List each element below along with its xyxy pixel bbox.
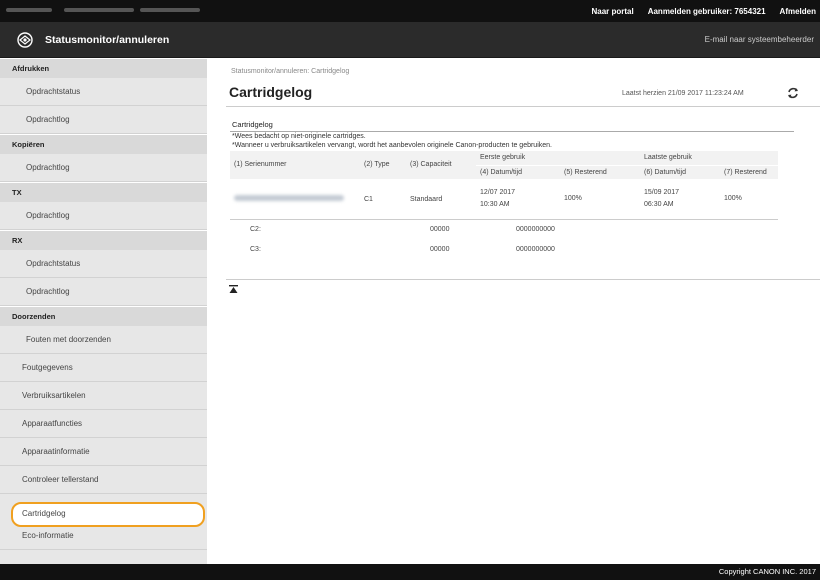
- first-remaining-cell: 100%: [560, 179, 640, 220]
- top-bar: Naar portal Aanmelden gebruiker: 7654321…: [0, 0, 820, 22]
- to-top-icon[interactable]: [229, 285, 238, 294]
- blurred-serial-number: [234, 195, 344, 201]
- copyright-text: Copyright CANON INC. 2017: [718, 567, 816, 576]
- header-last-use: Laatste gebruik: [640, 151, 778, 166]
- header-last-remaining: (7) Resterend: [720, 165, 778, 179]
- type-cell: C1: [360, 179, 406, 220]
- sidebar-item-eco-info[interactable]: Eco-informatie: [0, 522, 207, 550]
- summary-label: C2:: [250, 225, 261, 233]
- sidebar-item-tx-job-log[interactable]: Opdrachtlog: [0, 202, 207, 230]
- mail-admin-link[interactable]: E-mail naar systeembeheerder: [705, 35, 814, 44]
- header-first-remaining: (5) Resterend: [560, 165, 640, 179]
- sidebar-item-cartridge-log-slot: [0, 494, 207, 522]
- section-title: Cartridgelog: [232, 120, 273, 129]
- first-date: 12/07 2017: [480, 189, 516, 197]
- sidebar-section-copy: Kopiëren: [0, 134, 207, 154]
- header-divider: [226, 106, 820, 107]
- summary-value: 0000000000: [516, 225, 555, 233]
- page-title: Cartridgelog: [229, 84, 313, 100]
- sidebar-item-copy-job-log[interactable]: Opdrachtlog: [0, 154, 207, 182]
- section-divider: [230, 131, 794, 132]
- summary-value: 0000000000: [516, 245, 555, 253]
- footer: Copyright CANON INC. 2017: [0, 564, 820, 580]
- header-last-datetime: (6) Datum/tijd: [640, 165, 720, 179]
- header-serial: (1) Serienummer: [230, 151, 360, 180]
- summary-count: 00000: [430, 245, 450, 253]
- sidebar-item-print-job-log[interactable]: Opdrachtlog: [0, 106, 207, 134]
- login-user-label: Aanmelden gebruiker: 7654321: [647, 6, 766, 16]
- last-date: 15/09 2017: [644, 189, 680, 197]
- logout-link[interactable]: Afmelden: [780, 7, 816, 16]
- last-update-text: Laatst herzien 21/09 2017 11:23:24 AM: [622, 90, 744, 97]
- summary-row: C3: 00000 0000000000: [230, 239, 778, 259]
- last-datetime-cell: 15/09 2017 06:30 AM: [640, 179, 720, 220]
- canon-logo-icon: [17, 32, 33, 48]
- portal-link[interactable]: Naar portal: [591, 7, 633, 16]
- first-time: 10:30 AM: [480, 201, 510, 209]
- sidebar: Afdrukken Opdrachtstatus Opdrachtlog Kop…: [0, 58, 207, 564]
- sidebar-section-forwarding: Doorzenden: [0, 306, 207, 326]
- summary-label: C3:: [250, 245, 261, 253]
- last-remaining-cell: 100%: [720, 179, 778, 220]
- app-title: Statusmonitor/annuleren: [45, 34, 170, 46]
- header-type: (2) Type: [360, 151, 406, 180]
- sidebar-item-rx-job-log[interactable]: Opdrachtlog: [0, 278, 207, 306]
- serial-cell: [230, 179, 360, 220]
- blurred-device-name: [6, 8, 52, 12]
- table-row: C1 Standaard 12/07 2017 10:30 AM 100% 15…: [230, 179, 778, 220]
- sidebar-item-print-job-status[interactable]: Opdrachtstatus: [0, 78, 207, 106]
- sidebar-section-tx: TX: [0, 182, 207, 202]
- table-bottom-divider: [226, 279, 820, 280]
- note-genuine-recommend: *Wanneer u verbruiksartikelen vervangt, …: [232, 142, 552, 149]
- cartridge-log-table: (1) Serienummer (2) Type (3) Capaciteit …: [230, 151, 778, 259]
- breadcrumb: Statusmonitor/annuleren: Cartridgelog: [231, 68, 350, 75]
- blurred-device-series: [140, 8, 200, 12]
- header-first-datetime: (4) Datum/tijd: [476, 165, 560, 179]
- sidebar-section-print: Afdrukken: [0, 58, 207, 78]
- sidebar-item-device-info[interactable]: Apparaatinformatie: [0, 438, 207, 466]
- sidebar-item-rx-job-status[interactable]: Opdrachtstatus: [0, 250, 207, 278]
- sidebar-item-error-info[interactable]: Foutgegevens: [0, 354, 207, 382]
- blurred-device-model: [64, 8, 134, 12]
- title-bar: Statusmonitor/annuleren E-mail naar syst…: [0, 22, 820, 58]
- sidebar-item-check-counter[interactable]: Controleer tellerstand: [0, 466, 207, 494]
- header-capacity: (3) Capaciteit: [406, 151, 476, 180]
- capacity-cell: Standaard: [406, 179, 476, 220]
- first-datetime-cell: 12/07 2017 10:30 AM: [476, 179, 560, 220]
- main-content: Statusmonitor/annuleren: Cartridgelog Ca…: [208, 58, 820, 564]
- sidebar-section-rx: RX: [0, 230, 207, 250]
- refresh-icon[interactable]: [786, 86, 800, 100]
- last-time: 06:30 AM: [644, 201, 674, 209]
- note-non-genuine: *Wees bedacht op niet-originele cartridg…: [232, 133, 366, 140]
- sidebar-item-consumables[interactable]: Verbruiksartikelen: [0, 382, 207, 410]
- summary-row: C2: 00000 0000000000: [230, 219, 778, 239]
- sidebar-item-forwarding-errors[interactable]: Fouten met doorzenden: [0, 326, 207, 354]
- summary-count: 00000: [430, 225, 450, 233]
- sidebar-item-device-features[interactable]: Apparaatfuncties: [0, 410, 207, 438]
- header-first-use: Eerste gebruik: [476, 151, 640, 166]
